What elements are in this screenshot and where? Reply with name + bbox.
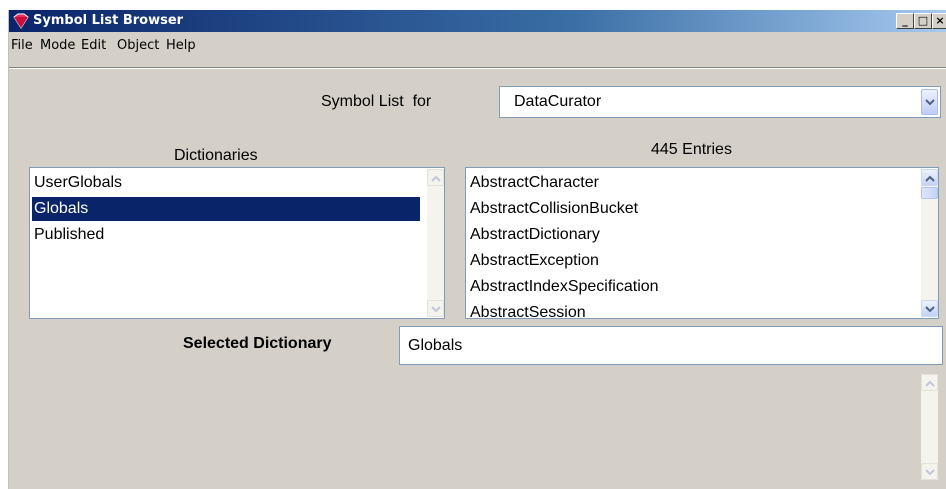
selected-dictionary-label: Selected Dictionary	[183, 335, 332, 352]
dictionaries-scrollbar[interactable]	[427, 169, 444, 317]
entry-item[interactable]: AbstractCollisionBucket	[468, 197, 638, 221]
scroll-down-button[interactable]	[921, 463, 938, 480]
user-select-dropdown-button[interactable]	[921, 89, 938, 115]
dictionaries-heading: Dictionaries	[174, 147, 258, 164]
dictionary-item-userglobals[interactable]: UserGlobals	[32, 171, 122, 195]
entries-scrollbar[interactable]	[921, 169, 938, 317]
gemstone-icon	[13, 13, 29, 29]
chevron-down-icon	[925, 469, 935, 476]
dictionary-item-globals[interactable]: Globals	[32, 197, 420, 221]
dictionary-item-published[interactable]: Published	[32, 223, 104, 247]
menu-mode[interactable]: Mode	[40, 38, 75, 53]
menu-bar: File Mode Edit Object Help	[9, 34, 946, 56]
chevron-down-icon	[431, 306, 441, 313]
scroll-up-button[interactable]	[427, 169, 444, 186]
chevron-up-icon	[925, 175, 935, 182]
user-select[interactable]: DataCurator	[499, 86, 941, 118]
scroll-down-button[interactable]	[921, 300, 938, 317]
menu-help[interactable]: Help	[166, 38, 196, 53]
entry-item[interactable]: AbstractIndexSpecification	[468, 275, 659, 299]
scroll-up-button[interactable]	[921, 374, 938, 391]
minimize-button[interactable]: _	[896, 13, 914, 29]
menu-file[interactable]: File	[11, 38, 33, 53]
close-button[interactable]: ×	[932, 13, 946, 29]
details-scrollbar[interactable]	[921, 374, 938, 480]
chevron-up-icon	[431, 175, 441, 182]
entries-count-heading: 445 Entries	[651, 141, 732, 158]
menu-object[interactable]: Object	[117, 38, 159, 53]
menu-edit[interactable]: Edit	[81, 38, 106, 53]
menu-separator	[9, 67, 946, 69]
entry-item[interactable]: AbstractDictionary	[468, 223, 600, 247]
symbol-list-browser-window: Symbol List Browser _ □ × File Mode Edit…	[8, 10, 946, 489]
window-title: Symbol List Browser	[33, 13, 184, 28]
scroll-up-button[interactable]	[921, 169, 938, 186]
scroll-thumb[interactable]	[921, 187, 938, 199]
chevron-up-icon	[925, 380, 935, 387]
entry-item[interactable]: AbstractException	[468, 249, 599, 273]
chevron-down-icon	[925, 306, 935, 313]
entry-item[interactable]: AbstractCharacter	[468, 171, 599, 195]
title-bar[interactable]: Symbol List Browser _ □ ×	[9, 10, 946, 32]
scroll-down-button[interactable]	[427, 300, 444, 317]
selected-dictionary-value: Globals	[408, 337, 463, 354]
entries-list[interactable]: AbstractCharacter AbstractCollisionBucke…	[465, 167, 939, 319]
entry-item[interactable]: AbstractSession	[468, 301, 586, 318]
selected-dictionary-field[interactable]: Globals	[399, 326, 943, 365]
symbol-list-label: Symbol List for	[321, 93, 432, 110]
user-select-value: DataCurator	[514, 93, 602, 110]
chevron-down-icon	[925, 99, 935, 106]
maximize-button[interactable]: □	[914, 13, 932, 29]
dictionaries-list[interactable]: UserGlobals Globals Published	[29, 167, 445, 319]
